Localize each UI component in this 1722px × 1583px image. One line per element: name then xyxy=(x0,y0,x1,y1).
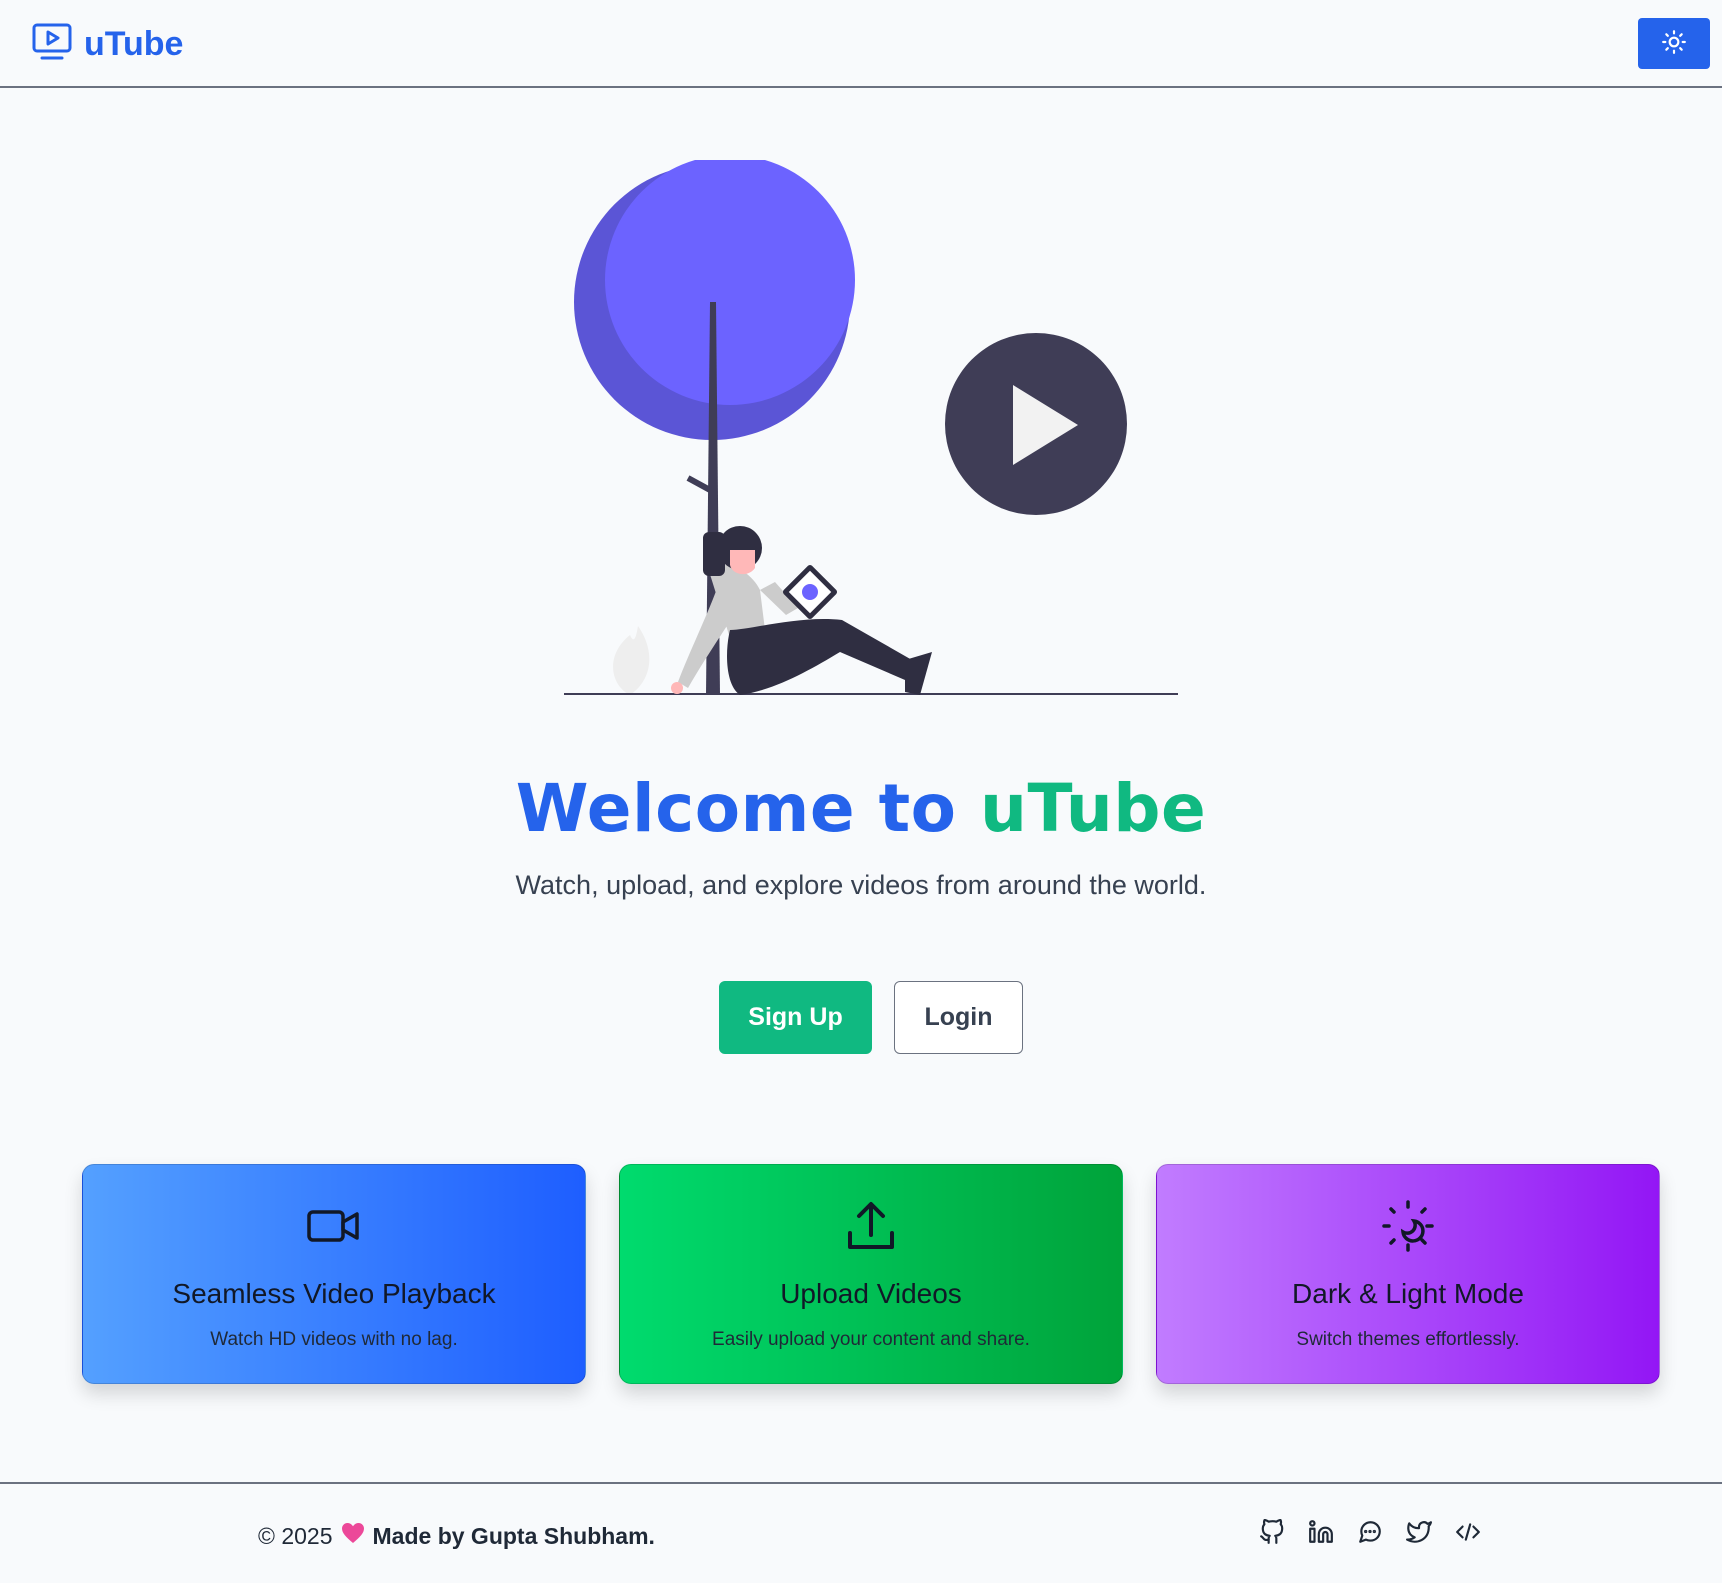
theme-toggle-button[interactable] xyxy=(1638,18,1710,69)
hero-subtitle: Watch, upload, and explore videos from a… xyxy=(515,870,1207,900)
tv-play-icon xyxy=(32,23,72,66)
chat-link[interactable] xyxy=(1356,1520,1384,1548)
code-link[interactable] xyxy=(1454,1520,1482,1548)
top-navbar: uTube xyxy=(0,0,1722,88)
chat-icon xyxy=(1357,1519,1383,1550)
feature-description: Watch HD videos with no lag. xyxy=(210,1329,458,1350)
copyright-text: © 2025 xyxy=(258,1522,333,1549)
feature-description: Easily upload your content and share. xyxy=(712,1329,1030,1350)
sun-moon-icon xyxy=(1157,1199,1659,1253)
made-by-text: Made by Gupta Shubham. xyxy=(372,1522,655,1549)
hero-title-brand: uTube xyxy=(979,770,1207,847)
twitter-link[interactable] xyxy=(1405,1520,1433,1548)
feature-card-upload: Upload Videos Easily upload your content… xyxy=(619,1164,1123,1384)
sun-icon xyxy=(1661,29,1687,58)
video-camera-icon xyxy=(83,1199,585,1253)
feature-card-theme: Dark & Light Mode Switch themes effortle… xyxy=(1156,1164,1660,1384)
twitter-icon xyxy=(1406,1519,1432,1550)
hero-actions: Sign Up Login xyxy=(719,981,1023,1054)
heart-icon xyxy=(341,1522,365,1550)
linkedin-icon xyxy=(1308,1519,1334,1550)
github-icon xyxy=(1259,1518,1285,1550)
login-button[interactable]: Login xyxy=(894,981,1023,1054)
code-icon xyxy=(1455,1519,1481,1550)
upload-icon xyxy=(620,1199,1122,1253)
feature-card-playback: Seamless Video Playback Watch HD videos … xyxy=(82,1164,586,1384)
footer-credit: © 2025 Made by Gupta Shubham. xyxy=(258,1522,655,1550)
hero-illustration xyxy=(560,155,1185,700)
footer: © 2025 Made by Gupta Shubham. xyxy=(0,1482,1722,1583)
brand-name: uTube xyxy=(84,24,184,63)
feature-title: Dark & Light Mode xyxy=(1292,1278,1524,1309)
brand-logo-link[interactable]: uTube xyxy=(32,23,184,66)
feature-title: Seamless Video Playback xyxy=(172,1278,496,1309)
hero-title: Welcome to uTube xyxy=(0,770,1722,847)
social-links xyxy=(1258,1518,1482,1550)
feature-title: Upload Videos xyxy=(780,1278,962,1309)
linkedin-link[interactable] xyxy=(1307,1519,1335,1550)
feature-description: Switch themes effortlessly. xyxy=(1296,1329,1520,1350)
signup-button[interactable]: Sign Up xyxy=(719,981,872,1054)
github-link[interactable] xyxy=(1258,1518,1286,1550)
hero-title-welcome: Welcome to xyxy=(515,770,957,847)
